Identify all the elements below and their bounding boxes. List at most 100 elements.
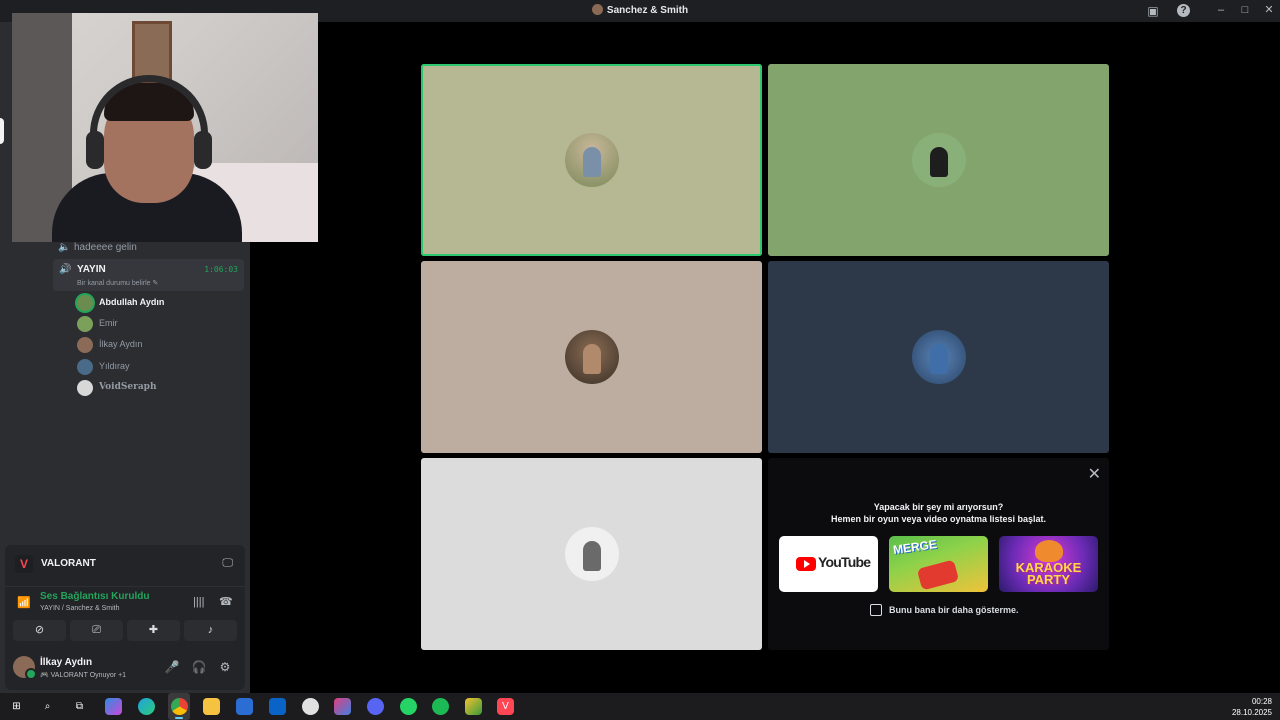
stream-game-icon[interactable]: 🖵: [222, 557, 233, 570]
member-name: Emir: [99, 318, 118, 328]
close-icon[interactable]: ✕: [1088, 464, 1101, 484]
activity-row: V VALORANT 🖵: [5, 547, 245, 581]
clock-app-icon[interactable]: [302, 698, 319, 715]
participant-tile[interactable]: [768, 64, 1109, 256]
merge-label: MERGE: [892, 537, 938, 557]
whatsapp-icon[interactable]: [400, 698, 417, 715]
participant-tile[interactable]: [421, 64, 762, 256]
channel-status-hint[interactable]: Bir kanal durumu belirle ✎: [77, 279, 158, 287]
store-icon[interactable]: [236, 698, 253, 715]
participant-tile[interactable]: [421, 458, 762, 650]
youtube-card[interactable]: YouTube: [779, 536, 878, 592]
avatar-figure: [929, 147, 948, 177]
avatar-figure: [582, 147, 601, 177]
merge-car-icon: [916, 559, 960, 591]
outlook-icon[interactable]: [269, 698, 286, 715]
avatar: [911, 133, 966, 187]
clock-time: 00:28: [1251, 697, 1272, 706]
avatar: [77, 316, 93, 332]
sticky-notes-icon[interactable]: [465, 698, 482, 715]
activity-game-name: VALORANT: [41, 558, 96, 569]
activity-suggestion-panel: ✕ Yapacak bir şey mi arıyorsun? Hemen bi…: [768, 458, 1109, 650]
voice-channel-hadeeee[interactable]: 🔈 hadeeee gelin: [58, 242, 137, 253]
camera-bg-frame: [132, 21, 172, 83]
soundboard-icon: ♪: [207, 624, 214, 636]
dont-show-checkbox[interactable]: [870, 604, 882, 616]
promo-title: Yapacak bir şey mi arıyorsun?: [873, 502, 1004, 512]
avatar: [77, 359, 93, 375]
member-name: Yıldıray: [99, 361, 130, 371]
self-camera-preview[interactable]: [12, 13, 318, 242]
system-clock[interactable]: 00:28 28.10.2025: [1232, 696, 1272, 718]
headphones-icon[interactable]: 🎧: [191, 660, 207, 674]
edge-icon[interactable]: [138, 698, 155, 715]
user-panel: İlkay Aydın 🎮 VALORANT Oynuyor +1 🎤 🎧 ⚙: [5, 650, 245, 688]
voice-connection: 📶 Ses Bağlantısı Kuruldu YAYIN / Sanchez…: [5, 586, 245, 618]
youtube-play-icon: [796, 557, 816, 571]
voice-channel-name: hadeeee gelin: [74, 242, 137, 253]
speaker-icon: 🔊: [59, 264, 72, 275]
member-name: İlkay Aydın: [99, 339, 143, 349]
voice-channel-name: YAYIN: [77, 264, 106, 275]
avatar: [77, 295, 93, 311]
valorant-icon: V: [15, 555, 33, 573]
task-view-icon[interactable]: ⧉: [71, 698, 88, 715]
connection-signal-icon: 📶: [17, 597, 31, 609]
help-icon[interactable]: ?: [1177, 4, 1190, 17]
karaoke-label: KARAOKE PARTY: [999, 561, 1098, 586]
window-title-text: Sanchez & Smith: [606, 5, 689, 16]
clock-date: 28.10.2025: [1231, 708, 1272, 717]
microphone-icon[interactable]: 🎤: [164, 660, 180, 674]
screen-share-button[interactable]: ⎚: [70, 620, 123, 641]
avatar: [911, 330, 966, 384]
discord-icon[interactable]: [367, 698, 384, 715]
maximize-button[interactable]: □: [1238, 3, 1252, 17]
user-name[interactable]: İlkay Aydın: [40, 657, 92, 668]
connection-subtitle[interactable]: YAYIN / Sanchez & Smith: [40, 605, 120, 612]
inbox-icon[interactable]: ▣: [1145, 3, 1161, 19]
connection-title[interactable]: Ses Bağlantısı Kuruldu: [40, 591, 149, 602]
activities-button[interactable]: ✚: [127, 620, 180, 641]
server-icon: [591, 4, 603, 15]
gear-icon[interactable]: ⚙: [217, 660, 233, 674]
windows-taskbar: ⊞ ⌕ ⧉ V 00:28 28.10.2025: [0, 693, 1280, 720]
avatar-figure: [582, 541, 601, 571]
avatar-figure: [582, 344, 601, 374]
speaker-icon: 🔈: [58, 242, 71, 253]
participant-tile[interactable]: [421, 261, 762, 453]
youtube-label: YouTube: [818, 554, 871, 570]
member-name: Abdullah Aydın: [99, 297, 165, 307]
valorant-icon[interactable]: V: [497, 698, 514, 715]
screen-share-icon: ⎚: [92, 624, 101, 636]
discord-app: Sanchez & Smith ▣ ? – □ ✕ 🔈 hadeeee gelin…: [0, 0, 1280, 693]
spotify-icon[interactable]: [432, 698, 449, 715]
camera-off-icon: ⊘: [34, 624, 45, 636]
m365-icon[interactable]: [334, 698, 351, 715]
noise-suppression-icon[interactable]: ||||: [193, 596, 204, 608]
avatar[interactable]: [13, 656, 37, 680]
headphone-right: [194, 131, 212, 169]
merge-game-card[interactable]: MERGE: [889, 536, 988, 592]
chrome-icon[interactable]: [171, 698, 188, 715]
avatar-figure: [929, 344, 948, 374]
close-window-button[interactable]: ✕: [1262, 3, 1276, 17]
member-name: VoidSeraph: [99, 382, 157, 392]
fox-mascot-icon: [1035, 540, 1063, 562]
minimize-button[interactable]: –: [1214, 3, 1228, 17]
voice-channel-active[interactable]: 🔊 YAYIN 1:06:03 Bir kanal durumu belirle…: [53, 259, 244, 291]
camera-toggle-button[interactable]: ⊘: [13, 620, 66, 641]
avatar: [564, 330, 619, 384]
copilot-icon[interactable]: [105, 698, 122, 715]
soundboard-button[interactable]: ♪: [184, 620, 237, 641]
dont-show-label[interactable]: Bunu bana bir daha gösterme.: [889, 605, 1019, 615]
search-icon[interactable]: ⌕: [39, 698, 56, 715]
karaoke-party-card[interactable]: KARAOKE PARTY: [999, 536, 1098, 592]
disconnect-icon[interactable]: ☎: [219, 595, 233, 608]
file-explorer-icon[interactable]: [203, 698, 220, 715]
participant-tile[interactable]: [768, 261, 1109, 453]
user-status: 🎮 VALORANT Oynuyor +1: [40, 672, 127, 679]
windows-start-icon[interactable]: ⊞: [8, 698, 25, 715]
pencil-icon: ✎: [152, 280, 159, 287]
headphone-left: [86, 131, 104, 169]
activities-icon: ✚: [148, 624, 159, 636]
